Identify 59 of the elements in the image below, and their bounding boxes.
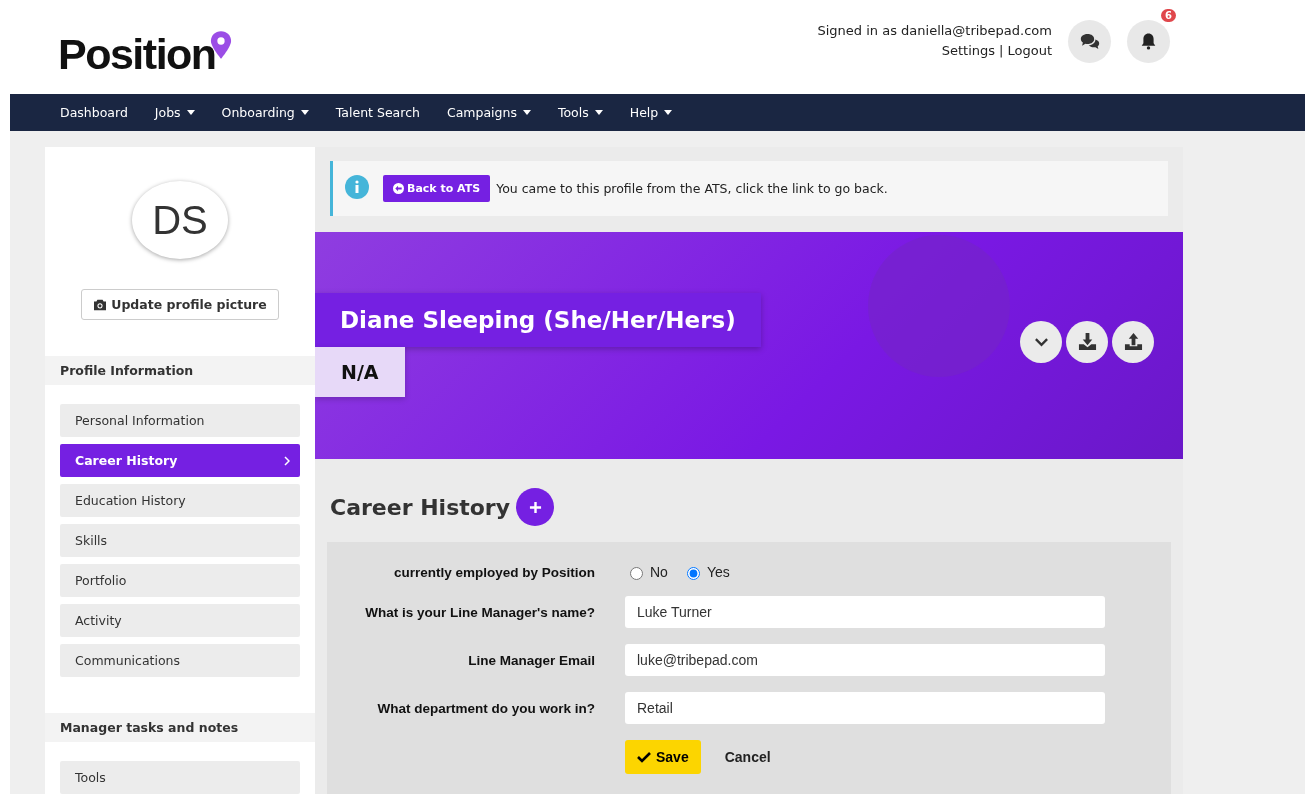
- chevron-right-icon: [284, 455, 290, 466]
- field-label: currently employed by Position: [392, 564, 595, 580]
- chevron-down-icon: [1033, 336, 1049, 347]
- notification-count-badge: 6: [1161, 8, 1176, 22]
- sidebar-item[interactable]: Career History: [60, 444, 300, 477]
- nav-menu-item[interactable]: Tools: [557, 105, 603, 120]
- nav-menu-item[interactable]: Onboarding: [221, 105, 309, 120]
- separator: |: [999, 42, 1004, 60]
- radio-label: Yes: [706, 564, 730, 580]
- download-button[interactable]: [1066, 320, 1108, 363]
- chat-button[interactable]: [1068, 19, 1111, 63]
- sidebar-item[interactable]: Communications: [60, 644, 300, 677]
- sidebar-item[interactable]: Skills: [60, 524, 300, 557]
- sidebar-section-heading: Manager tasks and notes: [45, 713, 315, 742]
- plus-icon: [528, 500, 542, 514]
- sidebar-item[interactable]: Education History: [60, 484, 300, 517]
- camera-icon: [93, 298, 108, 311]
- field-label: What is your Line Manager's name?: [364, 604, 595, 620]
- field-label: Line Manager Email: [467, 652, 595, 668]
- back-to-ats-button[interactable]: Back to ATS: [383, 175, 491, 203]
- nav-menu-item[interactable]: Talent Search: [335, 105, 420, 120]
- sidebar-item[interactable]: Tools: [60, 761, 300, 794]
- profile-subtitle: N/A: [315, 346, 405, 397]
- nav-menu-item[interactable]: Campaigns: [446, 105, 531, 120]
- back-arrow-icon: [393, 183, 404, 195]
- notifications-button[interactable]: [1127, 19, 1170, 63]
- field-label: What department do you work in?: [376, 700, 595, 716]
- download-icon: [1077, 332, 1097, 352]
- speech-bubbles-icon: [1079, 32, 1100, 50]
- add-button[interactable]: [516, 488, 555, 526]
- logo[interactable]: Position: [58, 29, 232, 79]
- sidebar-item[interactable]: Activity: [60, 604, 300, 637]
- sidebar-section-heading: Profile Information: [45, 356, 315, 385]
- upload-icon: [1123, 332, 1143, 352]
- cancel-button[interactable]: Cancel: [718, 748, 777, 766]
- signed-in-text: Signed in as daniella@tribepad.com: [817, 22, 1052, 40]
- nav-menu-item[interactable]: Jobs: [154, 105, 195, 120]
- upload-button[interactable]: [1112, 320, 1154, 363]
- section-heading: Career History: [330, 494, 511, 520]
- update-profile-picture-button[interactable]: Update profile picture: [81, 289, 279, 320]
- checkmark-icon: [637, 751, 651, 763]
- input-field[interactable]: luke@tribepad.com: [625, 644, 1105, 676]
- sidebar-item[interactable]: Portfolio: [60, 564, 300, 597]
- radio-label: No: [650, 564, 668, 580]
- sidebar-item[interactable]: Personal Information: [60, 404, 300, 437]
- settings-link[interactable]: Settings: [941, 41, 996, 61]
- expand-button[interactable]: [1020, 320, 1062, 363]
- bell-icon: [1140, 31, 1157, 51]
- radio-button[interactable]: [630, 567, 643, 580]
- input-field[interactable]: Retail: [625, 692, 1105, 724]
- input-field[interactable]: Luke Turner: [625, 596, 1105, 628]
- nav-menu-item[interactable]: Help: [629, 105, 673, 120]
- logout-link[interactable]: Logout: [1007, 41, 1052, 61]
- avatar: DS: [132, 181, 228, 259]
- profile-name: Diane Sleeping (She/Her/Hers): [315, 292, 761, 347]
- notice-text: You came to this profile from the ATS, click the link to go back.: [496, 181, 888, 197]
- save-button[interactable]: Save: [625, 740, 701, 774]
- nav-menu-item[interactable]: Dashboard: [60, 105, 128, 120]
- radio-button[interactable]: [686, 567, 700, 580]
